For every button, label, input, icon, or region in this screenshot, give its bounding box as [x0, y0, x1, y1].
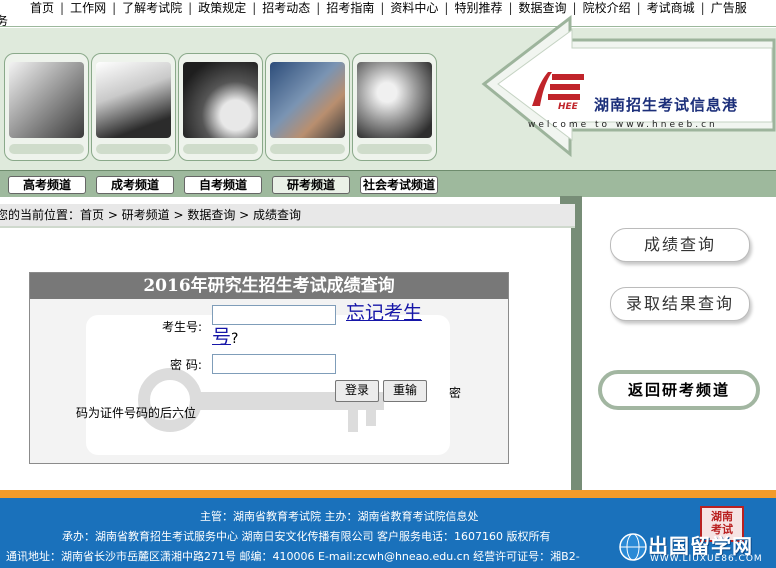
- tab-zikao[interactable]: 自考频道: [184, 176, 262, 194]
- password-hint-start: 密: [449, 386, 462, 400]
- breadcrumb: 您的当前位置：首页 > 研考频道 > 数据查询 > 成绩查询: [0, 204, 575, 228]
- channel-tabs: 高考频道 成考频道 自考频道 研考频道 社会考试频道: [0, 170, 776, 197]
- nav-link-5[interactable]: 招考指南: [320, 1, 380, 15]
- banner-photo-business: [265, 53, 350, 161]
- tab-yankao[interactable]: 研考频道: [272, 176, 350, 194]
- banner-photo-graduates: [91, 53, 176, 161]
- logo-name: 湖南招生考试信息港: [594, 96, 739, 114]
- seal-text-0: 湖南: [711, 510, 733, 523]
- globe-icon: [619, 533, 647, 561]
- panel-title: 2016年研究生招生考试成绩查询: [30, 273, 508, 299]
- login-button[interactable]: 登录: [335, 380, 379, 402]
- score-query-button[interactable]: 成绩查询: [610, 228, 750, 262]
- forgot-question-mark: ?: [231, 331, 239, 347]
- footer-line-2: 承办：湖南省教育招生考试服务中心 湖南日安文化传播有限公司 客户服务电话：160…: [62, 530, 551, 543]
- logo-mark-text: HEE: [558, 102, 579, 110]
- nav-link-3[interactable]: 政策规定: [192, 1, 252, 15]
- back-to-yankao-button[interactable]: 返回研考频道: [598, 370, 760, 410]
- breadcrumb-text: 您的当前位置：首页 > 研考频道 > 数据查询 > 成绩查询: [0, 208, 302, 222]
- forgot-exam-no-link[interactable]: 忘记考生号: [212, 302, 422, 348]
- admission-query-button[interactable]: 录取结果查询: [610, 287, 750, 321]
- logo-tagline: welcome to www.hneeb.cn: [528, 120, 718, 130]
- watermark-url: WWW.LIUXUE86.COM: [650, 554, 763, 564]
- banner-photo-globe: [352, 53, 437, 161]
- banner-photo-students: [4, 53, 89, 161]
- reset-button[interactable]: 重输: [383, 380, 427, 402]
- exam-no-label: 考生号:: [162, 320, 203, 334]
- footer-line-3: 通讯地址：湖南省长沙市岳麓区潇湘中路271号 邮编：410006 E-mail:…: [6, 550, 580, 563]
- footer-stripe: [0, 490, 776, 498]
- tab-social-exam[interactable]: 社会考试频道: [360, 176, 438, 194]
- nav-link-1[interactable]: 工作网: [64, 1, 112, 15]
- watermark-logo: 出国留学网 WWW.LIUXUE86.COM: [618, 530, 776, 566]
- nav-link-0[interactable]: 首页: [24, 1, 60, 15]
- forgot-exam-no: 忘记考生号?: [212, 301, 442, 351]
- banner-arrow-shape: [481, 14, 776, 158]
- nav-link-2[interactable]: 了解考试院: [116, 1, 188, 15]
- password-hint: 码为证件号码的后六位: [76, 406, 197, 420]
- nav-link-4[interactable]: 招考动态: [256, 1, 316, 15]
- logo-mark-icon: HEE: [532, 72, 584, 110]
- banner-photo-clock-runner: [178, 53, 263, 161]
- tab-chengkao[interactable]: 成考频道: [96, 176, 174, 194]
- tab-gaokao[interactable]: 高考频道: [8, 176, 86, 194]
- nav-link-6[interactable]: 资料中心: [384, 1, 444, 15]
- password-input[interactable]: [212, 354, 336, 374]
- password-label: 密 码:: [170, 358, 202, 372]
- footer-line-1: 主管：湖南省教育考试院 主办：湖南省教育考试院信息处: [200, 510, 479, 523]
